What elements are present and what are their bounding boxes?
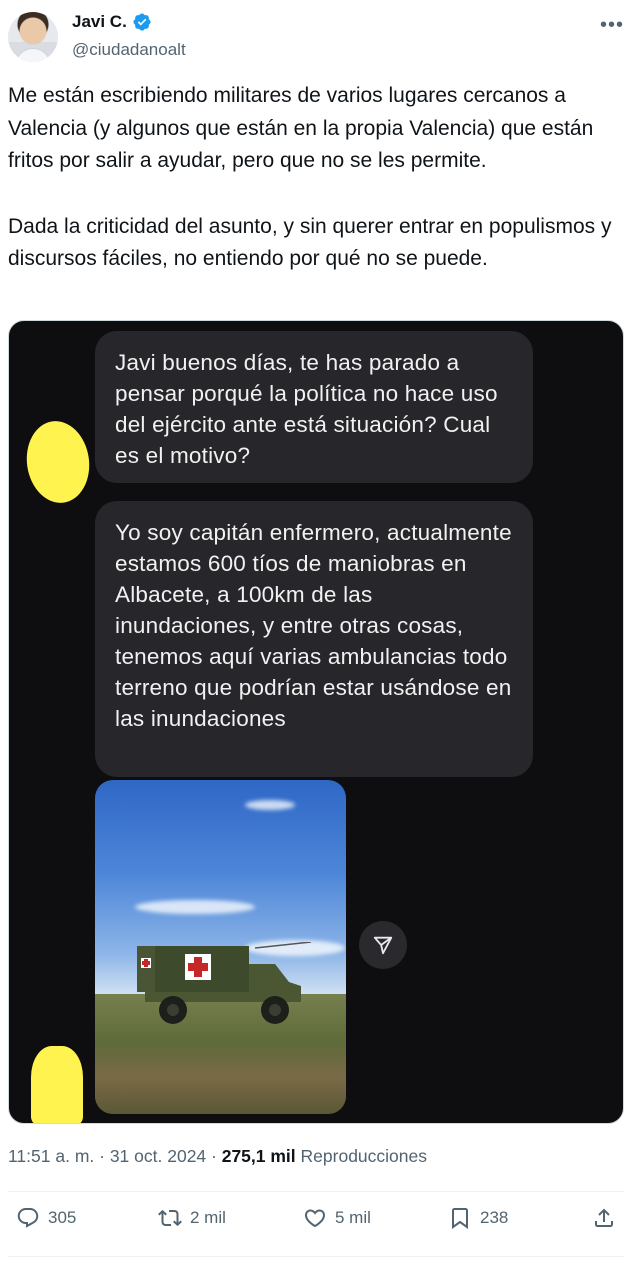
repost-button[interactable]: 2 mil <box>158 1206 226 1230</box>
views-label: Reproducciones <box>295 1146 427 1166</box>
author-name[interactable]: Javi C. <box>72 12 127 32</box>
share-button[interactable] <box>359 921 407 969</box>
tweet-paragraph: Dada la criticidad del asunto, y sin que… <box>8 214 612 271</box>
bookmark-icon <box>452 1208 468 1229</box>
like-button[interactable]: 5 mil <box>303 1206 371 1230</box>
tweet-time[interactable]: 11:51 a. m. <box>8 1146 94 1166</box>
reply-count: 305 <box>48 1208 77 1227</box>
chat-message-bubble: Yo soy capitán enfermero, actualmente es… <box>95 501 533 777</box>
more-options-icon[interactable]: ••• <box>600 14 624 37</box>
tweet-media-image[interactable]: Javi buenos días, te has parado a pensar… <box>8 320 624 1124</box>
heart-icon <box>304 1209 326 1228</box>
author-name-row[interactable]: Javi C. <box>72 12 152 32</box>
reply-button[interactable]: 305 <box>16 1206 76 1230</box>
meta-separator: · <box>206 1146 222 1166</box>
verified-badge-icon <box>133 13 151 31</box>
divider <box>8 1256 624 1257</box>
action-bar: 305 2 mil 5 mil 238 <box>0 1206 633 1242</box>
redaction-scribble <box>21 417 95 507</box>
tweet-date[interactable]: 31 oct. 2024 <box>110 1146 206 1166</box>
ambulance-truck-icon <box>137 942 311 1024</box>
send-icon <box>373 936 393 955</box>
divider <box>8 1191 624 1192</box>
share-icon <box>595 1208 613 1227</box>
meta-separator: · <box>94 1146 110 1166</box>
repost-icon <box>158 1209 182 1227</box>
chat-message-bubble: Javi buenos días, te has parado a pensar… <box>95 331 533 483</box>
tweet-text: Me están escribiendo militares de varios… <box>8 80 618 276</box>
views-count[interactable]: 275,1 mil <box>222 1146 296 1166</box>
redaction-scribble <box>31 1046 83 1123</box>
author-avatar[interactable] <box>8 12 58 62</box>
repost-count: 2 mil <box>190 1208 226 1227</box>
bookmark-button[interactable]: 238 <box>448 1206 508 1230</box>
military-ambulance-photo[interactable] <box>95 780 346 1114</box>
share-tweet-button[interactable] <box>592 1206 616 1230</box>
author-handle[interactable]: @ciudadanoalt <box>72 40 186 60</box>
tweet-paragraph: Me están escribiendo militares de varios… <box>8 84 594 172</box>
like-count: 5 mil <box>335 1208 371 1227</box>
tweet-meta: 11:51 a. m. · 31 oct. 2024 · 275,1 mil R… <box>8 1146 427 1167</box>
reply-icon <box>17 1208 39 1228</box>
bookmark-count: 238 <box>480 1208 509 1227</box>
